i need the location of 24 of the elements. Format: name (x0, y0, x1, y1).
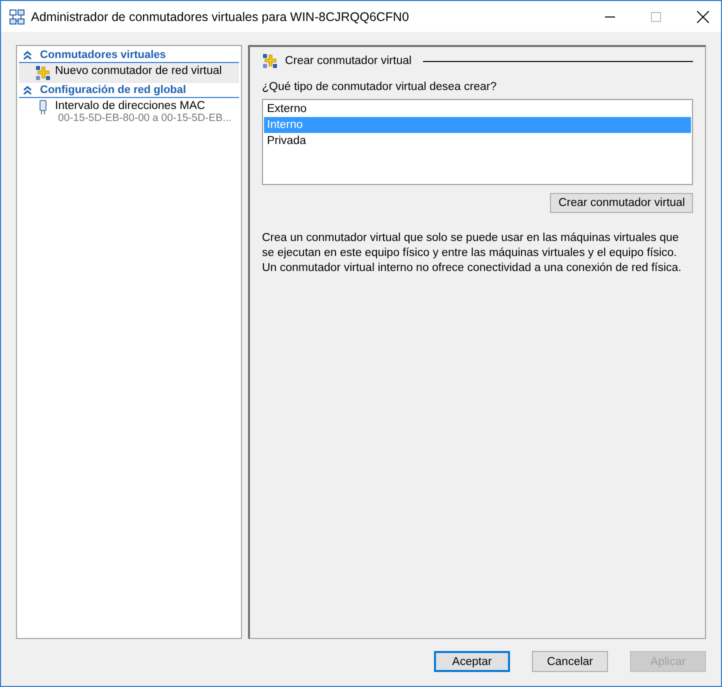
group-title: Crear conmutador virtual (285, 55, 412, 67)
item-label: Nuevo conmutador de red virtual (55, 65, 222, 77)
section-header: Configuración de red global (40, 84, 186, 96)
collapse-icon[interactable] (23, 50, 32, 60)
sidebar-item[interactable]: Nuevo conmutador de red virtual (19, 63, 239, 83)
window-title: Administrador de conmutadores virtuales para WIN-8CJRQQ6CFN0 (31, 10, 409, 24)
item-label: Intervalo de direcciones MAC (55, 100, 206, 112)
dialog-button[interactable]: Aceptar (434, 651, 510, 672)
switch-manager-icon (9, 8, 25, 24)
list-option[interactable]: Privada (264, 133, 691, 149)
item-detail: 00-15-5D-EB-80-00 a 00-15-5D-EB... (57, 112, 232, 124)
switch-type-list[interactable]: Externo Interno Privada (262, 99, 693, 185)
list-option[interactable]: Externo (264, 101, 691, 117)
sidebar-item[interactable]: Intervalo de direcciones MAC 00-15-5D-EB-80-00 a 00-15-5D-EB... (19, 98, 239, 126)
create-switch-button[interactable]: Crear conmutador virtual (550, 193, 693, 213)
network-switch-icon (262, 53, 278, 69)
collapse-icon[interactable] (23, 86, 32, 94)
question-label: ¿Qué tipo de conmutador virtual desea crear? (262, 81, 498, 93)
description-text: Crea un conmutador virtual que solo se puede usar en las máquinas virtuales que se ejecutan en este equipo físico y entre las máquinas virtuales y el equipo físico. Un conmutador virtual interno no ofrece conectividad a una conexión de red física. (262, 231, 682, 276)
section-header: Conmutadores virtuales (40, 49, 166, 61)
dialog-button[interactable]: Cancelar (532, 651, 608, 672)
close-icon[interactable] (697, 10, 709, 22)
network-switch-icon (35, 65, 51, 81)
adapter-icon (39, 100, 47, 115)
